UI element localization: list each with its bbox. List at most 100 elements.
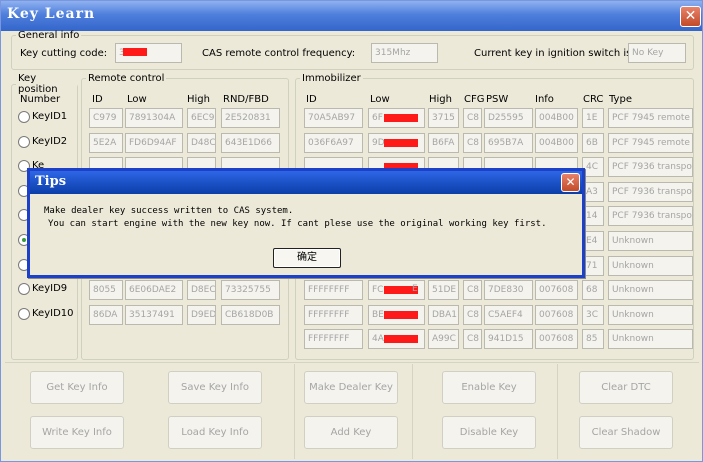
im-cell: 68 bbox=[582, 280, 604, 301]
rc-header-id: ID bbox=[92, 94, 103, 105]
get-key-info-button[interactable]: Get Key Info bbox=[30, 371, 124, 404]
load-key-info-button[interactable]: Load Key Info bbox=[168, 416, 262, 449]
im-cell: 51DE bbox=[428, 280, 459, 301]
im-cell: Unknown bbox=[608, 231, 693, 251]
rc-cell: 8055 bbox=[89, 280, 123, 301]
redaction-mark bbox=[384, 114, 418, 122]
add-key-button[interactable]: Add Key bbox=[304, 416, 398, 449]
rc-header-low: Low bbox=[127, 94, 147, 105]
rc-cell: 2E520831 bbox=[221, 108, 280, 128]
enable-key-button[interactable]: Enable Key bbox=[442, 371, 536, 404]
im-cell: 941D15 bbox=[484, 329, 533, 350]
im-cell: PCF 7936 transpo bbox=[608, 157, 693, 178]
tips-dialog: Tips ✕ Make dealer key success written t… bbox=[27, 168, 585, 278]
rc-cell: 73325755 bbox=[221, 280, 280, 301]
im-cell: 70A5AB97 bbox=[304, 108, 363, 128]
key-radio-label: KeyID2 bbox=[32, 135, 68, 147]
im-cell: 3C bbox=[582, 304, 604, 325]
im-cell: Unknown bbox=[608, 304, 693, 325]
title-bar: Key Learn ✕ bbox=[1, 1, 702, 31]
rc-cell: 86DA bbox=[89, 304, 123, 325]
immobilizer-legend: Immobilizer bbox=[302, 73, 361, 84]
key-radio-keyid1[interactable] bbox=[18, 111, 30, 123]
clear-dtc-button[interactable]: Clear DTC bbox=[579, 371, 673, 404]
rc-header-high: High bbox=[187, 94, 210, 105]
im-header-crc: CRC bbox=[583, 94, 604, 105]
im-cell: 007608 bbox=[535, 280, 578, 301]
rc-cell: D48C bbox=[187, 132, 216, 153]
key-radio-keyid10[interactable] bbox=[18, 307, 30, 320]
rc-cell: 7891304A bbox=[125, 108, 183, 128]
im-cell: 4C bbox=[582, 157, 604, 178]
im-cell: Unknown bbox=[608, 329, 693, 350]
im-header-type: Type bbox=[609, 94, 632, 105]
im-cell: 14 bbox=[582, 206, 604, 227]
rc-cell: 643E1D66 bbox=[221, 132, 280, 153]
im-cell: 004B00 bbox=[535, 108, 578, 128]
im-cell: 7DE830 bbox=[484, 280, 533, 301]
close-icon[interactable]: ✕ bbox=[680, 6, 701, 27]
im-cell: E4 bbox=[582, 231, 604, 251]
im-cell: 004B00 bbox=[535, 132, 578, 153]
number-header: Number bbox=[20, 94, 61, 105]
save-key-info-button[interactable]: Save Key Info bbox=[168, 371, 262, 404]
im-cell: 695B7A bbox=[484, 132, 533, 153]
window-title: Key Learn bbox=[7, 6, 96, 22]
dialog-message-line1: Make dealer key success written to CAS s… bbox=[44, 206, 294, 216]
im-cell: 6B bbox=[582, 132, 604, 153]
im-header-high: High bbox=[429, 94, 452, 105]
im-cell: C8 bbox=[463, 280, 482, 301]
general-info-legend: General info bbox=[18, 30, 80, 41]
cas-frequency-label: CAS remote control frequency: bbox=[202, 48, 356, 59]
im-header-info: Info bbox=[535, 94, 554, 105]
dialog-message-line2: You can start engine with the new key no… bbox=[48, 219, 547, 229]
im-cell: PCF 7945 remote bbox=[608, 108, 693, 128]
im-cell: 007608 bbox=[535, 329, 578, 350]
im-cell: FFFFFFFF bbox=[304, 280, 363, 301]
rc-cell: FD6D94AF bbox=[125, 132, 183, 153]
im-cell: C5AEF4 bbox=[484, 304, 533, 325]
im-cell: 85 bbox=[582, 329, 604, 350]
im-cell: D25595 bbox=[484, 108, 533, 128]
dialog-title-bar: Tips ✕ bbox=[30, 171, 582, 194]
im-cell: 71 bbox=[582, 255, 604, 276]
ok-button[interactable]: 确定 bbox=[273, 248, 341, 268]
im-low-suffix: E bbox=[412, 284, 418, 295]
dialog-close-icon[interactable]: ✕ bbox=[561, 173, 580, 192]
rc-cell: D9ED bbox=[187, 304, 216, 325]
rc-header-rnd: RND/FBD bbox=[223, 94, 269, 105]
im-cell: 007608 bbox=[535, 304, 578, 325]
im-cell: A99C bbox=[428, 329, 459, 350]
key-cutting-label: Key cutting code: bbox=[20, 48, 108, 59]
im-header-cfg: CFG bbox=[464, 94, 485, 105]
rc-cell: C979 bbox=[89, 108, 123, 128]
remote-control-legend: Remote control bbox=[88, 73, 165, 84]
im-cell: DBA1 bbox=[428, 304, 459, 325]
rc-cell: CB618D0B bbox=[221, 304, 280, 325]
write-key-info-button[interactable]: Write Key Info bbox=[30, 416, 124, 449]
im-cell: C8 bbox=[463, 304, 482, 325]
button-separator bbox=[557, 364, 558, 459]
dialog-body: Make dealer key success written to CAS s… bbox=[30, 194, 582, 275]
dialog-title: Tips bbox=[35, 174, 67, 189]
im-cell: C8 bbox=[463, 132, 482, 153]
im-cell: 036F6A97 bbox=[304, 132, 363, 153]
im-cell: C8 bbox=[463, 329, 482, 350]
rc-cell: 5E2A bbox=[89, 132, 123, 153]
make-dealer-key-button[interactable]: Make Dealer Key bbox=[304, 371, 398, 404]
current-key-field: No Key bbox=[628, 43, 686, 63]
im-cell: FFFFFFFF bbox=[304, 304, 363, 325]
current-key-label: Current key in ignition switch is: bbox=[474, 48, 635, 59]
disable-key-button[interactable]: Disable Key bbox=[442, 416, 536, 449]
key-radio-keyid2[interactable] bbox=[18, 135, 30, 148]
im-cell: 3715 bbox=[428, 108, 459, 128]
im-header-id: ID bbox=[306, 94, 317, 105]
key-radio-label: KeyID10 bbox=[32, 307, 74, 319]
button-separator bbox=[294, 364, 295, 459]
im-cell: Unknown bbox=[608, 255, 693, 276]
redaction-mark bbox=[384, 138, 418, 147]
key-position-legend: Key position bbox=[18, 73, 58, 95]
rc-cell: 6EC9 bbox=[187, 108, 216, 128]
clear-shadow-button[interactable]: Clear Shadow bbox=[579, 416, 673, 449]
im-cell: PCF 7936 transpo bbox=[608, 181, 693, 202]
